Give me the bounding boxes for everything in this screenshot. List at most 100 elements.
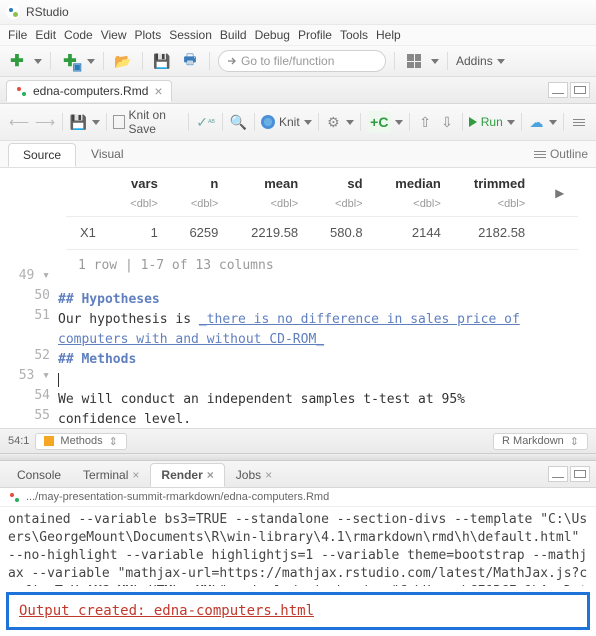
section-icon — [44, 436, 54, 446]
editor-statusbar: 54:1 Methods ⇕ R Markdown ⇕ — [0, 428, 596, 453]
main-toolbar: ✚ ▣✚ 📂 💾 🖶 Go to file/function Addins — [0, 46, 596, 77]
insert-caret-icon[interactable] — [395, 120, 403, 125]
knit-button[interactable]: Knit — [261, 115, 300, 129]
open-file-button[interactable]: 📂 — [112, 50, 134, 72]
forward-button[interactable]: ⟶ — [34, 111, 56, 133]
language-selector[interactable]: R Markdown ⇕ — [493, 433, 588, 450]
close-tab-icon[interactable]: × — [154, 86, 162, 96]
render-path-bar: .../may-presentation-summit-rmarkdown/ed… — [0, 488, 596, 507]
save-caret-icon[interactable] — [92, 120, 100, 125]
tab-terminal[interactable]: Terminal× — [72, 463, 150, 487]
cursor-position: 54:1 — [8, 435, 29, 447]
menu-debug[interactable]: Debug — [255, 28, 290, 42]
window-titlebar: RStudio — [0, 0, 596, 25]
back-button[interactable]: ⟵ — [8, 111, 30, 133]
editor-body: 49 ▾ 50 51 52 53 ▾ 54 55 vars<dbl> n<dbl… — [0, 168, 596, 428]
workspace-caret-icon[interactable] — [431, 59, 439, 64]
outline-lines-icon — [534, 151, 546, 158]
menu-profile[interactable]: Profile — [298, 28, 332, 42]
options-caret-icon[interactable] — [346, 120, 354, 125]
rmd-file-icon — [8, 491, 20, 503]
code-line — [58, 370, 596, 390]
rstudio-logo-icon — [6, 5, 20, 19]
code-line: ## Hypotheses — [58, 290, 596, 310]
menu-edit[interactable]: Edit — [35, 28, 56, 42]
menu-plots[interactable]: Plots — [135, 28, 162, 42]
new-project-caret-icon[interactable] — [87, 59, 95, 64]
goto-placeholder: Go to file/function — [241, 54, 334, 68]
new-project-button[interactable]: ▣✚ — [59, 50, 81, 72]
pane-maximize-button[interactable] — [570, 82, 590, 98]
next-chunk-button[interactable]: ⇩ — [438, 111, 456, 133]
new-file-button[interactable]: ✚ — [6, 50, 28, 72]
render-log[interactable]: ontained --variable bs3=TRUE --standalon… — [0, 507, 596, 586]
tab-visual[interactable]: Visual — [76, 142, 138, 166]
table-header-row: vars<dbl> n<dbl> mean<dbl> sd<dbl> media… — [66, 172, 578, 217]
save-button[interactable]: 💾 — [151, 50, 173, 72]
find-replace-button[interactable]: 🔍 — [229, 111, 248, 133]
code-line: Our hypothesis is _there is no differenc… — [58, 310, 596, 330]
spellcheck-button[interactable]: ✓ᴬᴮ — [195, 111, 216, 133]
pane-minimize-button[interactable] — [548, 466, 568, 482]
menu-tools[interactable]: Tools — [340, 28, 368, 42]
output-created-message: Output created: edna-computers.html — [6, 592, 590, 630]
text-cursor-icon — [58, 373, 59, 387]
outline-button[interactable]: Outline — [534, 147, 588, 161]
save-file-button[interactable]: 💾 — [69, 111, 88, 133]
new-file-caret-icon[interactable] — [34, 59, 42, 64]
document-options-button[interactable]: ⚙ — [324, 111, 342, 133]
prev-chunk-button[interactable]: ⇧ — [416, 111, 434, 133]
tab-render[interactable]: Render× — [150, 463, 224, 487]
render-file-path: .../may-presentation-summit-rmarkdown/ed… — [26, 491, 329, 503]
play-icon — [469, 117, 477, 127]
editor-toolbar: ⟵ ⟶ 💾 Knit on Save ✓ᴬᴮ 🔍 Knit ⚙ +C ⇧ ⇩ R… — [0, 104, 596, 141]
code-line: ## Methods — [58, 350, 596, 370]
publish-button[interactable]: ☁ — [528, 111, 546, 133]
close-icon[interactable]: × — [132, 468, 139, 482]
menu-view[interactable]: View — [101, 28, 127, 42]
goto-arrow-icon — [227, 56, 237, 66]
table-next-cols-button[interactable]: ▸ — [539, 172, 577, 217]
close-icon[interactable]: × — [207, 468, 214, 482]
editor-tabbar: edna-computers.Rmd × — [0, 77, 596, 104]
menu-help[interactable]: Help — [376, 28, 401, 42]
fold-icon[interactable]: ▾ — [42, 368, 50, 383]
workspace-panes-button[interactable] — [403, 50, 425, 72]
yarn-icon — [261, 115, 275, 129]
code-area[interactable]: vars<dbl> n<dbl> mean<dbl> sd<dbl> media… — [58, 168, 596, 428]
run-caret-icon[interactable] — [507, 120, 515, 125]
pane-maximize-button[interactable] — [570, 466, 590, 482]
editor-tab-filename: edna-computers.Rmd — [33, 84, 148, 98]
menu-session[interactable]: Session — [169, 28, 212, 42]
save-all-button[interactable]: 🖶 — [179, 50, 201, 72]
code-line: confidence level. — [58, 410, 596, 428]
goto-file-function-input[interactable]: Go to file/function — [218, 50, 386, 72]
close-icon[interactable]: × — [265, 468, 272, 482]
tab-jobs[interactable]: Jobs× — [225, 463, 283, 487]
pub-caret-icon[interactable] — [549, 120, 557, 125]
console-tabbar: Console Terminal× Render× Jobs× — [0, 461, 596, 488]
show-outline-toggle[interactable] — [570, 111, 588, 133]
fold-icon[interactable]: ▾ — [42, 268, 50, 283]
section-navigator[interactable]: Methods ⇕ — [35, 433, 126, 450]
insert-chunk-button[interactable]: +C — [367, 111, 391, 133]
menu-code[interactable]: Code — [64, 28, 93, 42]
pane-splitter[interactable] — [0, 453, 596, 461]
chunk-output: vars<dbl> n<dbl> mean<dbl> sd<dbl> media… — [66, 172, 588, 282]
rmd-file-icon — [15, 85, 27, 97]
knit-on-save-checkbox[interactable] — [113, 115, 125, 129]
code-line: We will conduct an independent samples t… — [58, 390, 596, 410]
menu-build[interactable]: Build — [220, 28, 247, 42]
main-menubar: File Edit Code View Plots Session Build … — [0, 25, 596, 46]
source-visual-tabbar: Source Visual Outline — [0, 141, 596, 168]
run-button[interactable]: Run — [469, 115, 503, 129]
knit-on-save-label: Knit on Save — [129, 108, 183, 136]
knit-caret-icon[interactable] — [304, 120, 312, 125]
editor-file-tab[interactable]: edna-computers.Rmd × — [6, 80, 172, 102]
menu-file[interactable]: File — [8, 28, 27, 42]
tab-source[interactable]: Source — [8, 143, 76, 167]
addins-menu[interactable]: Addins — [456, 54, 505, 68]
table-footer: 1 row | 1-7 of 13 columns — [66, 250, 588, 282]
pane-minimize-button[interactable] — [548, 82, 568, 98]
tab-console[interactable]: Console — [6, 463, 72, 487]
